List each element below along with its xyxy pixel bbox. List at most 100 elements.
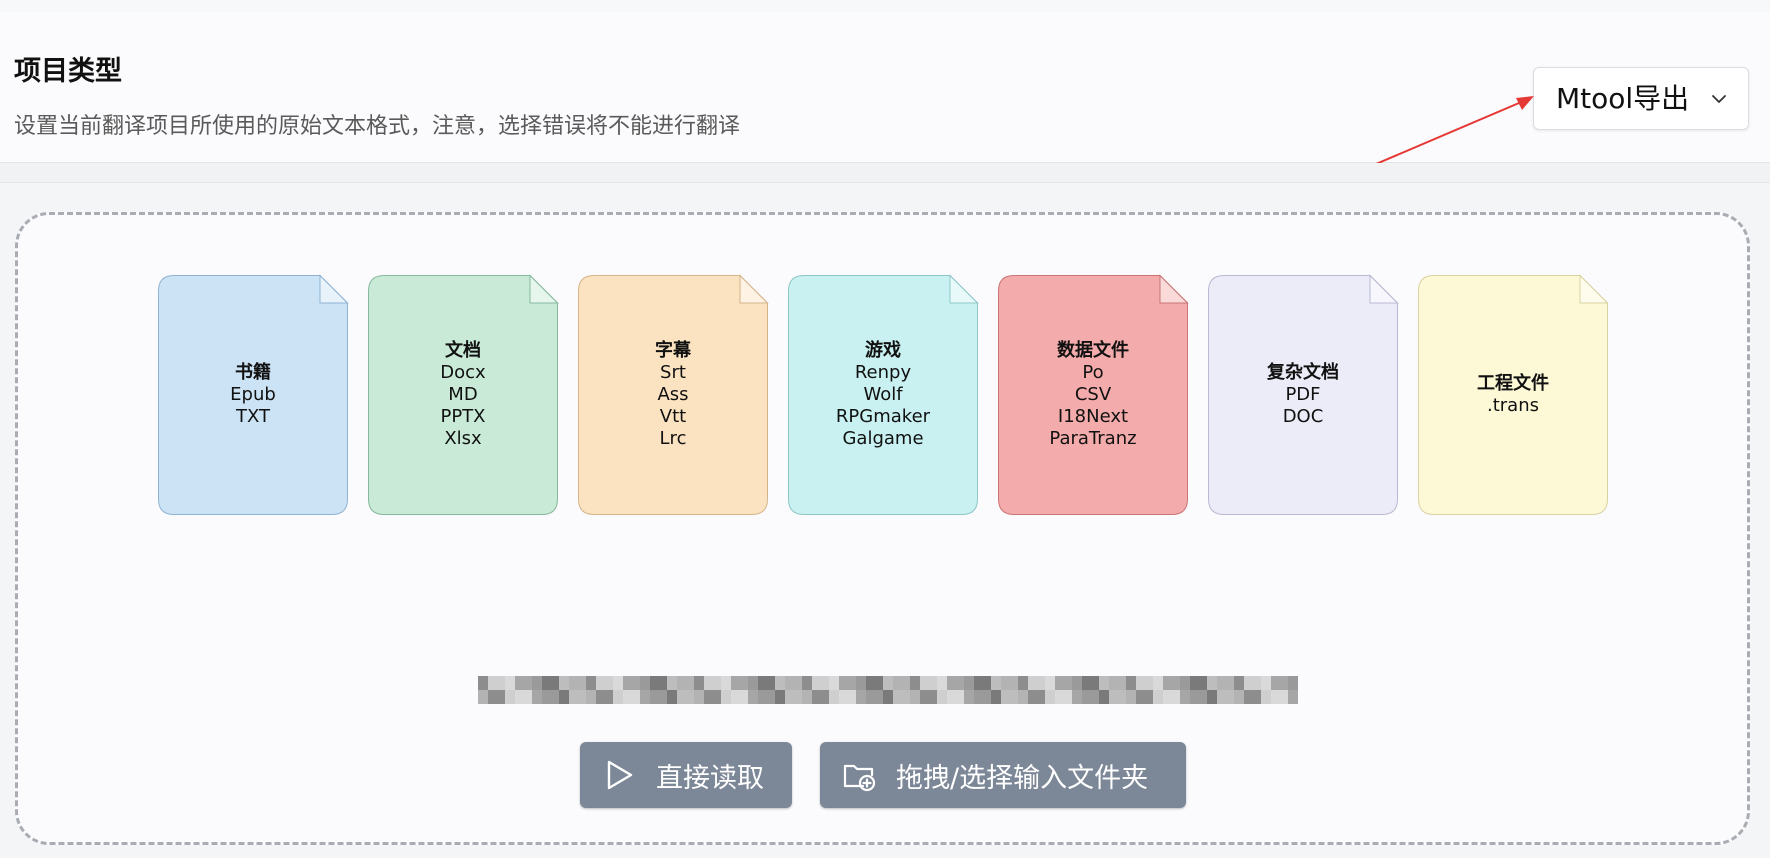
file-type-text: 书籍 Epub TXT [158, 275, 348, 515]
redaction-block [569, 690, 586, 704]
redaction-block [1001, 690, 1018, 704]
file-format-label: Xlsx [444, 428, 482, 449]
file-type-text: 数据文件 Po CSV I18Next ParaTranz [998, 275, 1188, 515]
redaction-block [964, 676, 974, 690]
file-type-text: 字幕 Srt Ass Vtt Lrc [578, 275, 768, 515]
redaction-block [623, 690, 640, 704]
redaction-block [937, 676, 947, 690]
file-format-label: Renpy [854, 362, 912, 383]
redaction-block [1244, 690, 1261, 704]
file-type-category: 书籍 [235, 362, 271, 383]
redaction-block [1261, 676, 1271, 690]
redaction-block [1207, 690, 1217, 704]
file-format-label: RPGmaker [835, 406, 931, 427]
redaction-block [731, 676, 748, 690]
redaction-block [1163, 676, 1180, 690]
section-divider [0, 163, 1770, 183]
redaction-block [650, 676, 667, 690]
redaction-block [559, 690, 569, 704]
file-type-category: 数据文件 [1057, 340, 1129, 361]
annotation-arrow [1361, 96, 1534, 171]
redaction-block [488, 690, 505, 704]
redaction-block [893, 676, 910, 690]
redaction-block [1217, 676, 1234, 690]
redaction-block [1217, 690, 1234, 704]
redaction-block [640, 676, 650, 690]
redaction-block [974, 690, 991, 704]
redacted-hint-text [478, 672, 1298, 714]
file-type-category: 工程文件 [1477, 373, 1549, 394]
redaction-block [478, 676, 488, 690]
redaction-block [802, 676, 812, 690]
redaction-block [586, 676, 596, 690]
redaction-block [667, 676, 677, 690]
redaction-block [910, 676, 920, 690]
redaction-block [613, 690, 623, 704]
file-type-category: 文档 [445, 340, 481, 361]
file-type-category: 游戏 [865, 340, 901, 361]
redaction-block [937, 690, 947, 704]
redaction-block [974, 676, 991, 690]
redaction-block [1190, 690, 1207, 704]
file-format-label: PPTX [440, 406, 486, 427]
project-type-selected-value: Mtool导出 [1556, 82, 1690, 115]
redaction-block [775, 690, 785, 704]
file-type-text: 复杂文档 PDF DOC [1208, 275, 1398, 515]
select-input-folder-button[interactable]: 拖拽/选择输入文件夹 [820, 742, 1186, 808]
project-settings-page: 项目类型 设置当前翻译项目所使用的原始文本格式，注意，选择错误将不能进行翻译 M… [0, 0, 1770, 858]
redaction-block [515, 690, 532, 704]
redaction-block [667, 690, 677, 704]
file-type-card: 游戏 Renpy Wolf RPGmaker Galgame [788, 274, 979, 515]
redaction-block [586, 690, 596, 704]
redaction-block [1055, 690, 1072, 704]
redaction-block [947, 676, 964, 690]
file-format-label: CSV [1074, 384, 1112, 405]
redaction-block [596, 676, 613, 690]
redaction-block [829, 690, 839, 704]
file-type-category: 复杂文档 [1267, 362, 1339, 383]
file-type-card: 复杂文档 PDF DOC [1208, 274, 1399, 515]
redaction-block [866, 676, 883, 690]
redaction-block [1271, 676, 1288, 690]
redaction-block [748, 676, 758, 690]
file-format-label: Srt [660, 362, 686, 383]
redaction-block [505, 690, 515, 704]
chevron-down-icon [1712, 95, 1726, 103]
redaction-block [785, 690, 802, 704]
redaction-block [1234, 676, 1244, 690]
redaction-block [964, 690, 974, 704]
redaction-block [1261, 690, 1271, 704]
file-format-label: MD [448, 384, 478, 405]
setting-description: 设置当前翻译项目所使用的原始文本格式，注意，选择错误将不能进行翻译 [14, 114, 741, 139]
redaction-block [677, 676, 694, 690]
redaction-block [569, 676, 586, 690]
file-format-label: DOC [1282, 406, 1324, 427]
redaction-block [721, 676, 731, 690]
redaction-block [910, 690, 920, 704]
redaction-block [1153, 676, 1163, 690]
redaction-block [1099, 690, 1109, 704]
redaction-block [694, 676, 704, 690]
read-directly-button[interactable]: 直接读取 [580, 742, 792, 808]
redaction-block [1072, 676, 1082, 690]
file-format-label: TXT [235, 406, 270, 427]
redaction-block [1288, 676, 1298, 690]
file-format-label: Docx [440, 362, 486, 383]
file-type-card: 书籍 Epub TXT [158, 274, 349, 515]
file-format-label: I18Next [1057, 406, 1129, 427]
redaction-block [1136, 690, 1153, 704]
redaction-block [596, 690, 613, 704]
project-type-select[interactable]: Mtool导出 [1533, 67, 1749, 130]
read-directly-label: 直接读取 [656, 762, 764, 794]
redaction-block [991, 676, 1001, 690]
redaction-block [1163, 690, 1180, 704]
redaction-block [488, 676, 505, 690]
redaction-block [721, 690, 731, 704]
redaction-block [1109, 690, 1126, 704]
redaction-block [731, 690, 748, 704]
redaction-block [1082, 690, 1099, 704]
redaction-block [758, 690, 775, 704]
redaction-block [839, 690, 856, 704]
redaction-block [748, 690, 758, 704]
file-format-label: Lrc [659, 428, 687, 449]
